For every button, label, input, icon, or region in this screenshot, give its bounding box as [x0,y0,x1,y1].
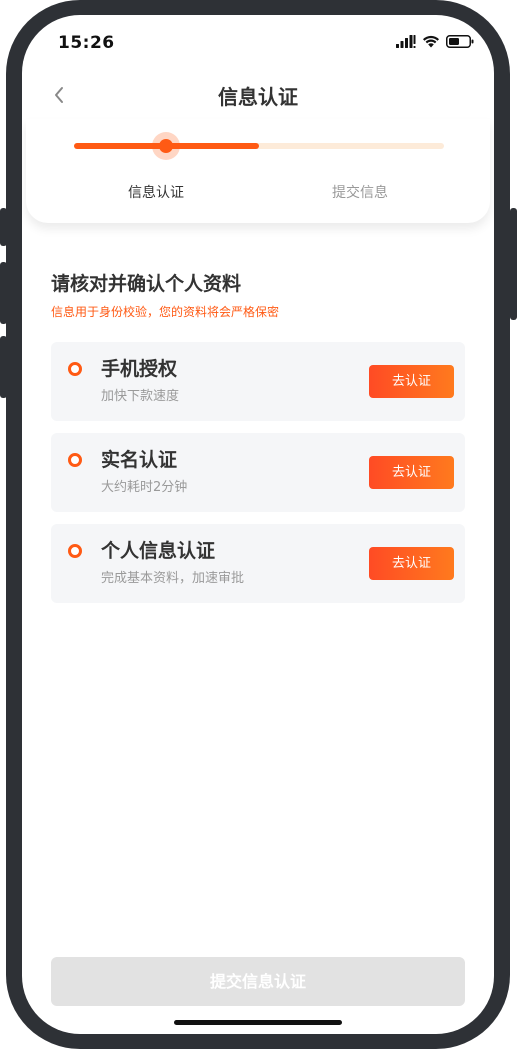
verify-item-title: 个人信息认证 [101,540,216,562]
verify-item-realname: 实名认证 大约耗时2分钟 去认证 [51,433,465,512]
signal-icon [396,35,416,48]
bullet-ring-icon [68,453,82,467]
status-bar: 15:26 [22,15,494,65]
verify-item-personal-info: 个人信息认证 完成基本资料，加速审批 去认证 [51,524,465,603]
verify-item-desc: 大约耗时2分钟 [101,480,188,495]
phone-side-button-right [510,208,517,320]
bullet-ring-icon [68,544,82,558]
status-time: 15:26 [58,33,115,53]
verify-realname-button[interactable]: 去认证 [369,456,454,489]
nav-bar: 信息认证 [22,73,494,117]
verify-item-desc: 完成基本资料，加速审批 [101,571,245,586]
verify-item-desc: 加快下款速度 [101,389,180,404]
battery-icon [446,35,474,48]
phone-side-button-left-2 [0,262,7,324]
current-step-dot [159,139,173,153]
verify-phone-button[interactable]: 去认证 [369,365,454,398]
verify-item-title: 手机授权 [101,358,178,380]
step-label-inactive: 提交信息 [332,185,388,201]
bullet-ring-icon [68,362,82,376]
submit-button[interactable]: 提交信息认证 [51,957,465,1006]
verify-item-phone: 手机授权 加快下款速度 去认证 [51,342,465,421]
section-title: 请核对并确认个人资料 [51,273,242,295]
verify-item-title: 实名认证 [101,449,178,471]
verify-personal-info-button[interactable]: 去认证 [369,547,454,580]
home-indicator[interactable] [174,1020,342,1025]
phone-side-button-left-3 [0,336,7,398]
app-screen: 15:26 信息认证 信息认证 提交信息 请核对并确认个人资料 信息用于身份校验… [22,15,494,1034]
step-progress-card: 信息认证 提交信息 [26,119,490,223]
step-label-active: 信息认证 [128,185,184,201]
wifi-icon [423,35,439,48]
status-icons [396,35,474,48]
section-subtitle: 信息用于身份校验，您的资料将会严格保密 [51,305,280,319]
phone-side-button-left-1 [0,208,7,246]
page-title: 信息认证 [218,85,298,109]
